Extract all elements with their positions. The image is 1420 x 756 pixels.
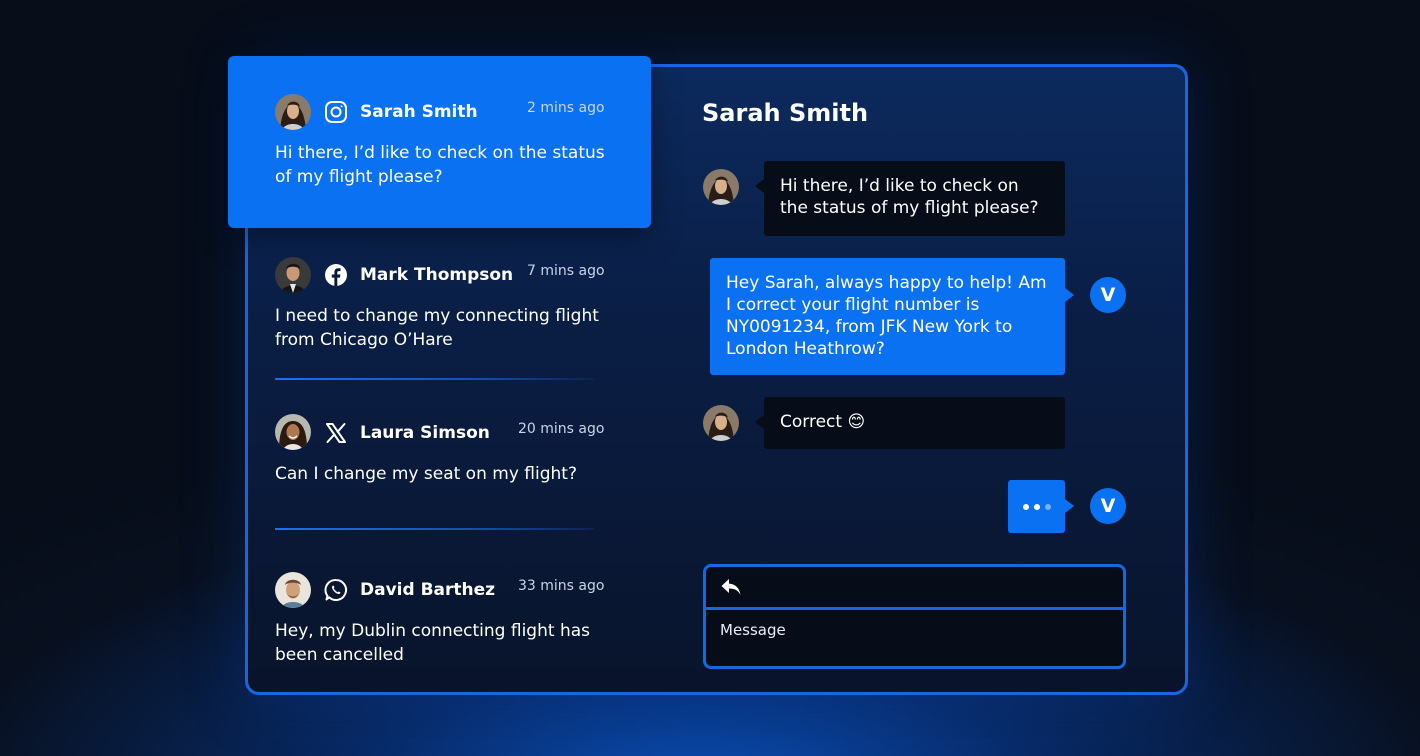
conversation-name: Mark Thompson	[360, 265, 514, 285]
bubble-tail	[1065, 288, 1074, 302]
avatar	[275, 257, 311, 293]
avatar	[703, 405, 739, 441]
compose-toolbar	[706, 567, 1123, 610]
chat-message-agent: Hey Sarah, always happy to help! Am I co…	[710, 258, 1065, 375]
reply-icon[interactable]	[720, 576, 742, 598]
instagram-icon	[324, 100, 348, 124]
agent-avatar: V	[1090, 277, 1126, 313]
divider	[275, 378, 594, 380]
conversation-name: David Barthez	[360, 580, 496, 600]
bubble-tail	[755, 415, 764, 429]
divider	[275, 528, 594, 530]
chat-message-customer: Hi there, I’d like to check on the statu…	[764, 161, 1065, 236]
avatar	[703, 169, 739, 205]
conversation-preview: I need to change my connecting flight fr…	[275, 306, 599, 350]
avatar	[275, 572, 311, 608]
bubble-tail	[755, 179, 764, 193]
conversation-preview: Can I change my seat on my flight?	[275, 464, 577, 484]
agent-avatar: V	[1090, 488, 1126, 524]
conversation-time: 7 mins ago	[527, 263, 605, 279]
conversation-time: 33 mins ago	[518, 578, 605, 594]
avatar	[275, 414, 311, 450]
chat-title: Sarah Smith	[702, 99, 869, 127]
chat-message-customer: Correct 😊	[764, 397, 1065, 449]
facebook-icon	[324, 263, 348, 287]
message-input[interactable]	[720, 621, 1100, 639]
conversation-preview: Hi there, I’d like to check on the statu…	[275, 143, 605, 187]
conversation-name: Sarah Smith	[360, 102, 478, 122]
compose-box	[703, 564, 1126, 669]
conversation-time: 20 mins ago	[518, 421, 605, 437]
avatar	[275, 94, 311, 130]
typing-indicator	[1008, 480, 1065, 533]
conversation-time: 2 mins ago	[527, 100, 605, 116]
whatsapp-icon	[324, 578, 348, 602]
bubble-tail	[1065, 499, 1074, 513]
conversation-name: Laura Simson	[360, 423, 490, 443]
x-icon	[324, 421, 348, 445]
conversation-preview: Hey, my Dublin connecting flight has bee…	[275, 621, 590, 665]
